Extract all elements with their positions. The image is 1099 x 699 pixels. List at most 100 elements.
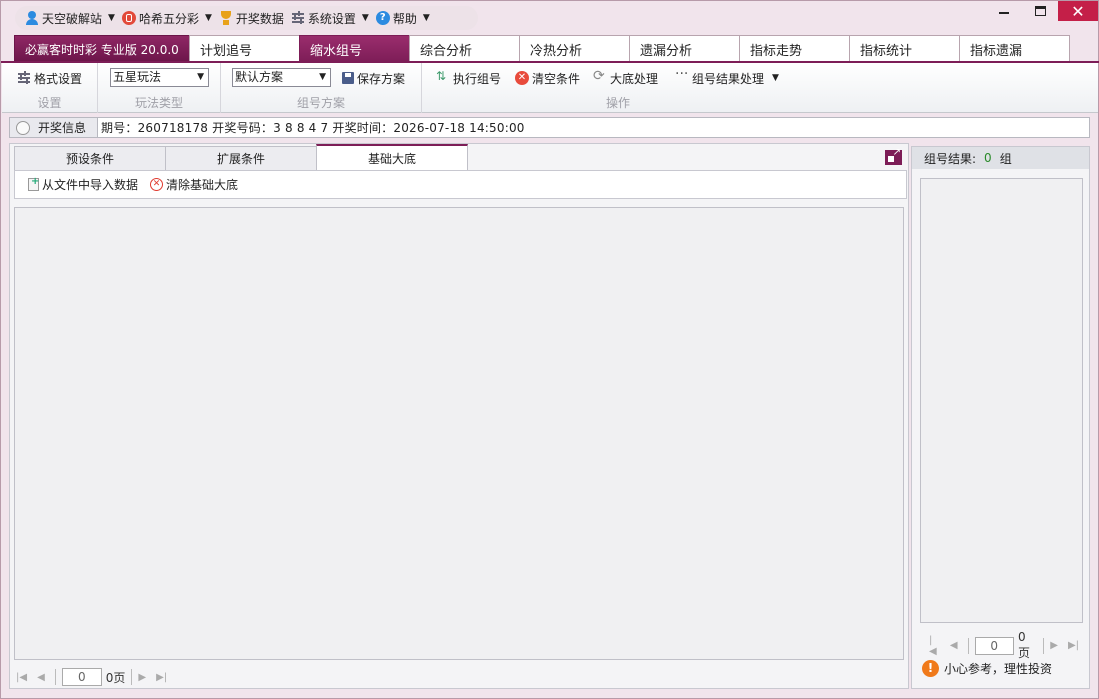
ribbon-group-play-type: 五星玩法 ▼ 玩法类型 (98, 63, 221, 113)
base-processing-label: 大底处理 (610, 71, 659, 86)
chevron-down-icon: ▼ (108, 13, 115, 23)
first-page-icon[interactable]: |◀ (16, 672, 27, 683)
clear-circle-icon: ✕ (150, 178, 164, 191)
execute-combine-button[interactable]: 执行组号 (436, 69, 501, 87)
chevron-down-icon: ▼ (319, 72, 326, 82)
draw-info-label: 开奖信息 (38, 121, 87, 135)
result-processing-label: 组号结果处理 (692, 71, 765, 86)
results-panel: 组号结果: 0 组 |◀ ◀ 0 0页 ▶ ▶| ! 小心参考，理性投资 (911, 146, 1090, 689)
clear-label: 清空条件 (532, 71, 581, 86)
next-page-icon[interactable]: ▶ (1050, 640, 1058, 651)
window-controls: ✕ (986, 1, 1098, 21)
clear-base-pool-button[interactable]: ✕ 清除基础大底 (150, 176, 238, 194)
tab-shrink-combine[interactable]: 缩水组号 (299, 35, 410, 62)
menu-system-settings[interactable]: 系统设置 ▼ (289, 8, 371, 28)
warning-icon: ! (922, 660, 939, 677)
subtab-extended-conditions[interactable]: 扩展条件 (165, 146, 317, 170)
format-settings-label: 格式设置 (34, 71, 83, 86)
close-button[interactable]: ✕ (1058, 1, 1098, 21)
ribbon-group-scheme: 默认方案 ▼ 保存方案 组号方案 (221, 63, 422, 113)
close-icon: ✕ (1071, 1, 1085, 21)
collapse-icon (16, 120, 30, 135)
subtab-base-pool[interactable]: 基础大底 (316, 144, 468, 170)
first-page-icon[interactable]: |◀ (929, 635, 940, 657)
scheme-select[interactable]: 默认方案 ▼ (232, 68, 331, 87)
more-icon (675, 66, 689, 85)
chevron-down-icon: ▼ (422, 13, 430, 23)
result-processing-button[interactable]: 组号结果处理 ▼ (675, 66, 779, 87)
ribbon-group-settings: 格式设置 设置 (2, 63, 98, 113)
tab-hot-cold[interactable]: 冷热分析 (519, 35, 630, 62)
execute-label: 执行组号 (453, 71, 502, 86)
format-settings-button[interactable]: 格式设置 (17, 69, 82, 87)
import-from-file-button[interactable]: 从文件中导入数据 (28, 176, 138, 194)
results-list[interactable] (920, 178, 1083, 623)
app-window: 天空破解站 ▼ 哈希五分彩 ▼ 开奖数据 系统设置 ▼ ? 帮助 ▼ ✕ 必赢客… (0, 0, 1099, 699)
chevron-down-icon: ▼ (204, 13, 212, 23)
maximize-icon (1034, 6, 1046, 16)
page-input[interactable]: 0 (974, 636, 1014, 655)
tab-indicator-trend[interactable]: 指标走势 (739, 35, 850, 62)
tab-omission[interactable]: 遗漏分析 (629, 35, 740, 62)
chevron-down-icon: ▼ (197, 72, 204, 82)
save-icon (342, 72, 354, 84)
group-caption: 玩法类型 (134, 96, 183, 110)
play-type-value: 五星玩法 (113, 70, 162, 84)
menu-tiankong[interactable]: 天空破解站 ▼ (23, 8, 117, 28)
menu-label: 系统设置 (307, 11, 356, 26)
tab-plan-chase[interactable]: 计划追号 (189, 35, 300, 62)
next-page-icon[interactable]: ▶ (138, 672, 146, 683)
results-count: 0 (984, 151, 992, 165)
base-processing-button[interactable]: 大底处理 (593, 68, 659, 87)
pager-divider (967, 637, 969, 654)
results-unit: 组 (999, 151, 1012, 166)
draw-info-toggle[interactable]: 开奖信息 (10, 118, 98, 137)
menu-label: 开奖数据 (235, 11, 284, 26)
draw-info-bar: 开奖信息 期号：260718178 开奖号码：3 8 8 4 7 开奖时间：20… (9, 117, 1090, 138)
clear-conditions-button[interactable]: ✕ 清空条件 (515, 69, 580, 87)
help-icon: ? (375, 11, 390, 25)
prev-page-icon[interactable]: ◀ (950, 640, 958, 651)
pager-divider (1043, 637, 1045, 654)
group-caption: 组号方案 (296, 96, 345, 110)
base-pool-textarea[interactable] (14, 207, 904, 660)
right-pager: |◀ ◀ 0 0页 ▶ ▶| (929, 630, 1089, 661)
minimize-button[interactable] (986, 1, 1022, 21)
maximize-button[interactable] (1022, 1, 1058, 21)
user-icon (25, 11, 39, 25)
page-total: 0页 (105, 670, 126, 685)
lottery-icon (121, 11, 136, 25)
save-scheme-label: 保存方案 (357, 71, 406, 86)
menu-label: 哈希五分彩 (138, 11, 199, 26)
last-page-icon[interactable]: ▶| (1068, 640, 1079, 651)
top-menu-bar: 天空破解站 ▼ 哈希五分彩 ▼ 开奖数据 系统设置 ▼ ? 帮助 ▼ (15, 6, 478, 30)
import-label: 从文件中导入数据 (42, 178, 139, 192)
last-page-icon[interactable]: ▶| (156, 672, 167, 683)
prev-page-icon[interactable]: ◀ (37, 672, 45, 683)
maximize-panel-icon[interactable] (885, 147, 902, 165)
subtab-preset-conditions[interactable]: 预设条件 (14, 146, 166, 170)
format-sliders-icon (17, 71, 31, 85)
play-type-select[interactable]: 五星玩法 ▼ (110, 68, 209, 87)
condition-subtabs: 预设条件 扩展条件 基础大底 (14, 144, 468, 170)
results-header: 组号结果: 0 组 (912, 147, 1089, 169)
menu-help[interactable]: ? 帮助 ▼ (374, 8, 432, 28)
menu-hash-lottery[interactable]: 哈希五分彩 ▼ (120, 8, 214, 28)
clear-icon: ✕ (515, 71, 529, 85)
main-tabs: 必赢客时时彩 专业版 20.0.0 计划追号 缩水组号 综合分析 冷热分析 遗漏… (14, 35, 1070, 62)
save-scheme-button[interactable]: 保存方案 (342, 69, 405, 87)
tab-comprehensive[interactable]: 综合分析 (409, 35, 520, 62)
refresh-icon (593, 68, 607, 85)
pager-divider (54, 669, 56, 685)
page-total: 0页 (1017, 630, 1030, 660)
chevron-down-icon: ▼ (361, 13, 369, 23)
brand-tab: 必赢客时时彩 专业版 20.0.0 (14, 35, 190, 62)
tab-indicator-omission[interactable]: 指标遗漏 (959, 35, 1070, 62)
page-input[interactable]: 0 (61, 668, 102, 686)
menu-label: 帮助 (392, 11, 417, 26)
tab-indicator-stats[interactable]: 指标统计 (849, 35, 960, 62)
menu-draw-data[interactable]: 开奖数据 (217, 8, 286, 28)
ribbon-toolbar: 格式设置 设置 五星玩法 ▼ 玩法类型 默认方案 ▼ 保存方案 组号方案 ⇅ 执… (2, 63, 1098, 113)
ribbon-group-actions: 执行组号 ✕ 清空条件 大底处理 组号结果处理 ▼ 操作 (422, 63, 794, 113)
conditions-panel: 预设条件 扩展条件 基础大底 从文件中导入数据 ✕ 清除基础大底 |◀ ◀ 0 … (9, 143, 909, 689)
